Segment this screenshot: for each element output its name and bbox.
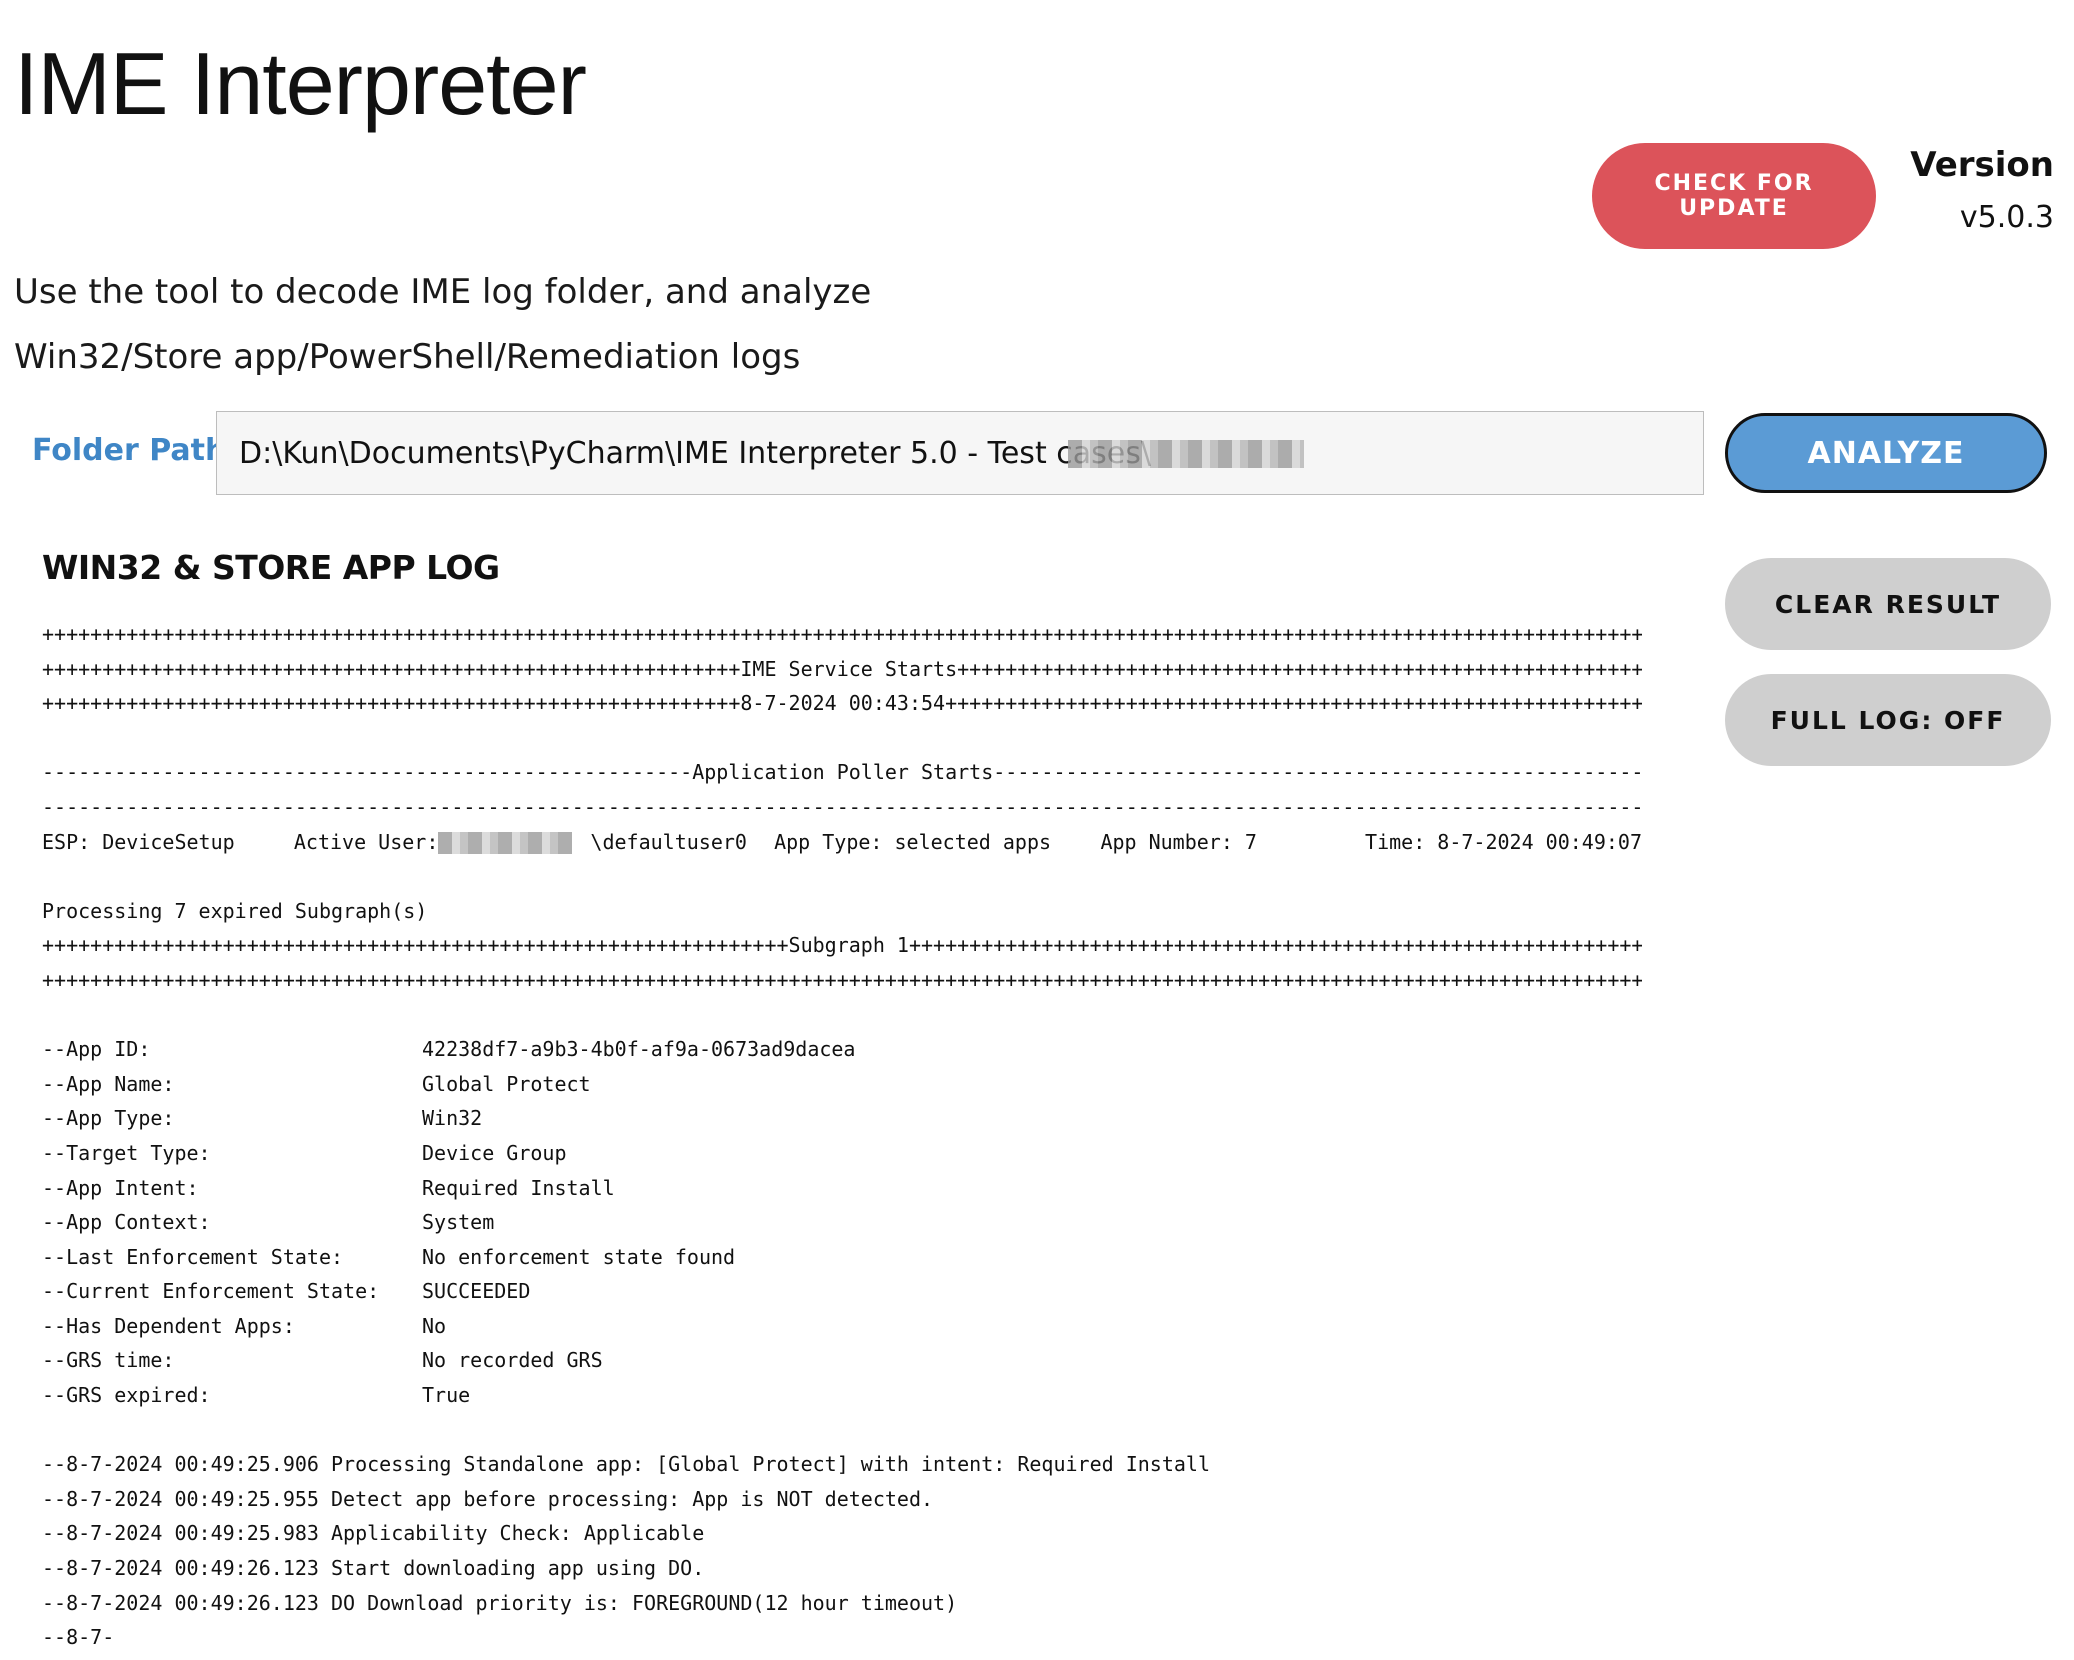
app-detail-key: --Target Type: [42,1140,211,1165]
log-output: ++++++++++++++++++++++++++++++++++++++++… [42,617,1642,1660]
app-detail-value: Required Install [422,1175,615,1200]
version-label: Version [1910,145,2054,185]
log-processing-line: Processing 7 expired Subgraph(s) [42,898,428,923]
description-line-2: Win32/Store app/PowerShell/Remediation l… [14,337,801,377]
app-detail-key: --Has Dependent Apps: [42,1313,295,1338]
app-detail-key: --App Type: [42,1106,175,1131]
app-detail-value: Win32 [422,1106,483,1131]
app-detail-row: --App ID: 42238df7-a9b3-4b0f-af9a-0673ad9… [42,1032,1642,1067]
log-event-line: --8-7-2024 00:49:25.955 Detect app befor… [42,1486,934,1511]
redacted-user-name [437,831,572,854]
app-detail-row: --Last Enforcement State: No enforcement … [42,1240,1642,1275]
app-detail-row: --App Type: Win32 [42,1101,1642,1136]
app-detail-key: --GRS time: [42,1348,175,1373]
version-value: v5.0.3 [1959,200,2054,235]
folder-path-input[interactable] [216,411,1704,495]
app-detail-row: --Current Enforcement State: SUCCEEDED [42,1274,1642,1309]
log-event-line: --8-7-2024 00:49:25.906 Processing Stand… [42,1452,1210,1477]
esp-app-number: App Number: 7 [1100,829,1257,854]
app-detail-key: --App ID: [42,1037,151,1062]
app-detail-value: Global Protect [422,1071,591,1096]
app-title: IME Interpreter [14,34,587,133]
log-subgraph-line: ++++++++++++++++++++++++++++++++++++++++… [42,933,1642,958]
app-detail-value: Device Group [422,1140,567,1165]
folder-path-label: Folder Path [32,433,227,468]
active-user-suffix: \defaultuser0 [590,829,747,854]
log-blank-line [42,1413,1642,1448]
active-user: Active User: \defaultuser0 [294,825,774,860]
log-subgraph-line: ++++++++++++++++++++++++++++++++++++++++… [42,967,1642,992]
full-log-toggle-button[interactable]: FULL LOG: OFF [1725,674,2051,766]
log-section-heading: WIN32 & STORE APP LOG [42,548,500,587]
log-poller-line: ----------------------------------------… [42,794,1642,819]
log-poller-line: ----------------------------------------… [42,760,1642,785]
app-detail-row: --App Context: System [42,1205,1642,1240]
log-blank-line [42,721,1642,756]
app-detail-row: --Has Dependent Apps: No [42,1309,1642,1344]
esp-time: Time: 8-7-2024 00:49:07 [1365,829,1642,854]
esp-app-type: App Type: selected apps [774,829,1052,854]
app-detail-key: --App Name: [42,1071,175,1096]
app-detail-key: --GRS expired: [42,1383,211,1408]
active-user-prefix: Active User: [293,829,451,854]
log-event-line: --8-7- [42,1625,115,1650]
app-detail-value: SUCCEEDED [422,1279,531,1304]
log-event-line: --8-7-2024 00:49:25.983 Applicability Ch… [42,1521,705,1546]
app-detail-value: True [422,1383,471,1408]
log-banner-line: ++++++++++++++++++++++++++++++++++++++++… [42,691,1642,716]
app-detail-row: --App Name: Global Protect [42,1067,1642,1102]
app-detail-row: --App Intent: Required Install [42,1171,1642,1206]
app-detail-row: --GRS expired: True [42,1378,1642,1413]
app-detail-key: --App Context: [42,1210,211,1235]
app-detail-row: --Target Type: Device Group [42,1136,1642,1171]
app-detail-value: System [422,1210,495,1235]
app-detail-key: --Current Enforcement State: [42,1279,380,1304]
log-banner-line: ++++++++++++++++++++++++++++++++++++++++… [42,656,1642,681]
app-detail-value: No [422,1313,447,1338]
app-detail-key: --App Intent: [42,1175,199,1200]
app-detail-value: No recorded GRS [422,1348,603,1373]
esp-phase: ESP: DeviceSetup [42,829,235,854]
log-banner-line: ++++++++++++++++++++++++++++++++++++++++… [42,622,1642,646]
check-for-update-button[interactable]: CHECK FOR UPDATE [1592,143,1876,249]
app-detail-key: --Last Enforcement State: [42,1244,344,1269]
app-detail-row: --GRS time: No recorded GRS [42,1343,1642,1378]
app-detail-value: 42238df7-a9b3-4b0f-af9a-0673ad9dacea [422,1037,856,1062]
log-blank-line [42,859,1642,894]
analyze-button[interactable]: ANALYZE [1725,413,2047,493]
app-detail-value: No enforcement state found [422,1244,736,1269]
log-event-line: --8-7-2024 00:49:26.123 DO Download prio… [42,1590,958,1615]
clear-result-button[interactable]: CLEAR RESULT [1725,558,2051,650]
redacted-path-segment [1068,440,1304,468]
esp-status-row: ESP: DeviceSetup Active User: \defaultus… [42,825,1642,860]
log-blank-line [42,998,1642,1033]
log-event-line: --8-7-2024 00:49:26.123 Start downloadin… [42,1556,705,1581]
description-line-1: Use the tool to decode IME log folder, a… [14,272,872,312]
